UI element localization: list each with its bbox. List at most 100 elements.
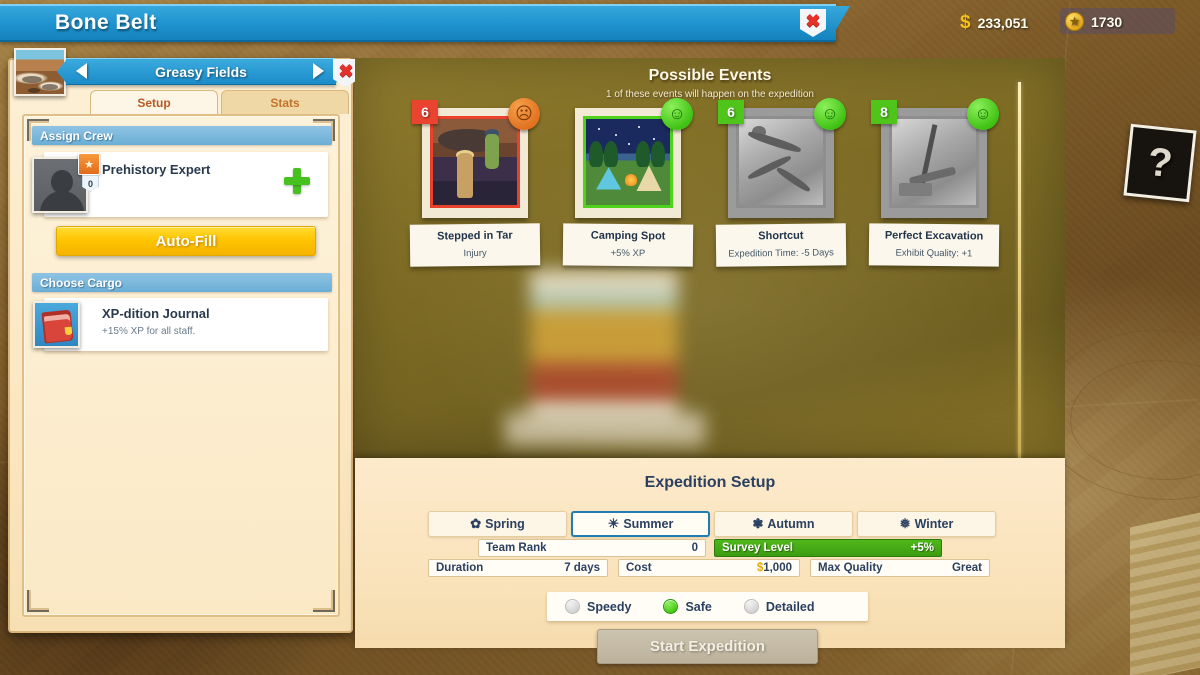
mode-label: Speedy xyxy=(587,599,632,614)
survey-level-label: Survey Level xyxy=(722,542,793,554)
mode-safe-option[interactable]: Safe xyxy=(663,599,712,614)
season-summer-button[interactable]: ☀ Summer xyxy=(571,511,710,537)
radio-icon xyxy=(565,599,580,614)
radio-icon xyxy=(743,599,759,614)
event-label: Perfect Excavation Exhibit Quality: +1 xyxy=(868,223,1000,267)
season-label: Spring xyxy=(485,517,525,531)
map-contour xyxy=(1070,360,1200,480)
tab-stats[interactable]: Stats xyxy=(221,90,349,114)
event-card[interactable]: ☺ Camping Spot +5% XP xyxy=(562,98,694,267)
window-titlebar: Bone Belt xyxy=(0,4,836,42)
choose-cargo-header: Choose Cargo xyxy=(32,273,332,292)
event-label: Stepped in Tar Injury xyxy=(409,223,541,267)
cash-amount: 233,051 xyxy=(977,15,1029,31)
plus-icon[interactable] xyxy=(284,168,310,194)
max-quality-label: Max Quality xyxy=(818,562,883,574)
location-name-bar: Greasy Fields xyxy=(66,58,336,85)
event-card[interactable]: 6 ☹ Stepped in Tar Injury xyxy=(409,98,541,267)
happy-face-icon: ☺ xyxy=(814,98,846,130)
corner-ornament xyxy=(313,590,335,612)
cargo-name: XP-dition Journal xyxy=(102,306,210,321)
mode-detailed-option[interactable]: Detailed xyxy=(743,599,815,614)
event-effect: Exhibit Quality: +1 xyxy=(895,247,973,260)
team-rank-stat: Team Rank 0 xyxy=(478,539,706,557)
setup-content-frame: Assign Crew ★ 0 Prehistory Expert Auto-F… xyxy=(22,114,340,617)
event-effect: Injury xyxy=(463,247,487,260)
season-spring-button[interactable]: ✿ Spring xyxy=(428,511,567,537)
snowflake-icon: ❅ xyxy=(899,516,911,531)
expedition-mode-selector: Speedy Safe Detailed xyxy=(547,592,868,621)
page-title: Bone Belt xyxy=(55,11,157,34)
duration-value: 7 days xyxy=(564,562,600,574)
close-x-icon: ✖ xyxy=(338,61,354,81)
duration-stat: Duration 7 days xyxy=(428,559,608,577)
perfect-excavation-art xyxy=(892,119,976,205)
max-quality-value: Great xyxy=(951,562,982,574)
ticket-display: ★ 1730 xyxy=(1065,12,1122,31)
happy-face-icon: ☺ xyxy=(967,98,999,130)
background-blurred-card-label xyxy=(505,412,705,446)
location-name: Greasy Fields xyxy=(155,63,247,80)
journal-book-icon xyxy=(33,301,80,348)
panel-tabs: Setup Stats xyxy=(90,90,349,114)
season-autumn-button[interactable]: ❃ Autumn xyxy=(714,511,853,537)
max-quality-stat: Max Quality Great xyxy=(810,559,990,577)
shortcut-art xyxy=(739,119,823,205)
event-weight-badge: 6 xyxy=(718,100,744,124)
event-artwork xyxy=(736,116,826,208)
event-weight-badge: 8 xyxy=(871,100,897,124)
chevron-left-icon[interactable] xyxy=(76,63,87,79)
event-card[interactable]: 8 ☺ Perfect Excavation Exhibit Quality: … xyxy=(868,98,1000,267)
cost-amount: 1,000 xyxy=(763,562,792,574)
assign-crew-header: Assign Crew xyxy=(32,126,332,145)
possible-events-title: Possible Events xyxy=(648,67,772,84)
event-name: Stepped in Tar xyxy=(437,229,513,243)
cost-stat: Cost $1,000 xyxy=(618,559,800,577)
season-selector: ✿ Spring ☀ Summer ❃ Autumn ❅ Winter xyxy=(428,511,996,537)
leaf-icon: ❃ xyxy=(752,516,764,531)
season-winter-button[interactable]: ❅ Winter xyxy=(857,511,996,537)
team-rank-label: Team Rank xyxy=(486,542,547,554)
expedition-setup-title: Expedition Setup xyxy=(644,474,776,491)
mode-label: Safe xyxy=(685,599,712,614)
event-photo-frame: 6 ☹ xyxy=(412,98,540,218)
background-blurred-card xyxy=(530,270,678,420)
event-label: Camping Spot +5% XP xyxy=(562,223,694,267)
auto-fill-button[interactable]: Auto-Fill xyxy=(56,226,316,256)
mode-label: Detailed xyxy=(765,599,815,614)
start-expedition-button[interactable]: Start Expedition xyxy=(597,629,818,664)
flower-icon: ✿ xyxy=(470,516,482,531)
ticket-amount: 1730 xyxy=(1091,13,1123,30)
event-card[interactable]: 6 ☺ Shortcut Expedition Time: -5 Days xyxy=(715,98,847,267)
mystery-site-card[interactable]: ? xyxy=(1123,123,1197,203)
survey-level-value: +5% xyxy=(910,542,934,554)
possible-events-subtitle: 1 of these events will happen on the exp… xyxy=(606,89,814,100)
cost-label: Cost xyxy=(626,562,652,574)
event-artwork xyxy=(430,116,520,208)
event-name: Perfect Excavation xyxy=(884,229,984,243)
dollar-coin-icon: $ xyxy=(960,12,971,33)
event-weight-badge: 6 xyxy=(412,100,438,124)
map-edge-strip xyxy=(1130,512,1200,675)
event-artwork xyxy=(583,116,673,208)
cargo-slot-row[interactable]: XP-dition Journal +15% XP for all staff. xyxy=(33,298,328,351)
season-label: Winter xyxy=(914,517,954,531)
event-photo-frame: 8 ☺ xyxy=(871,98,999,218)
event-effect: +5% XP xyxy=(610,247,646,260)
chevron-right-icon[interactable] xyxy=(313,63,324,79)
close-x-icon: ✖ xyxy=(805,11,821,31)
event-artwork xyxy=(889,116,979,208)
cash-display: $ 233,051 xyxy=(960,12,1028,34)
radio-selected-icon xyxy=(663,599,679,614)
token-coin-icon: ★ xyxy=(1065,12,1084,31)
mode-speedy-option[interactable]: Speedy xyxy=(565,599,631,614)
tab-setup[interactable]: Setup xyxy=(90,90,218,114)
happy-face-icon: ☺ xyxy=(661,98,693,130)
stepped-in-tar-art xyxy=(433,119,517,205)
event-photo-frame: 6 ☺ xyxy=(718,98,846,218)
survey-level-stat: Survey Level +5% xyxy=(714,539,942,557)
event-name: Camping Spot xyxy=(590,229,666,243)
crew-slot-row[interactable]: ★ 0 Prehistory Expert xyxy=(32,152,328,217)
question-mark-icon: ? xyxy=(1145,139,1175,186)
panel-gold-divider xyxy=(1018,82,1021,458)
